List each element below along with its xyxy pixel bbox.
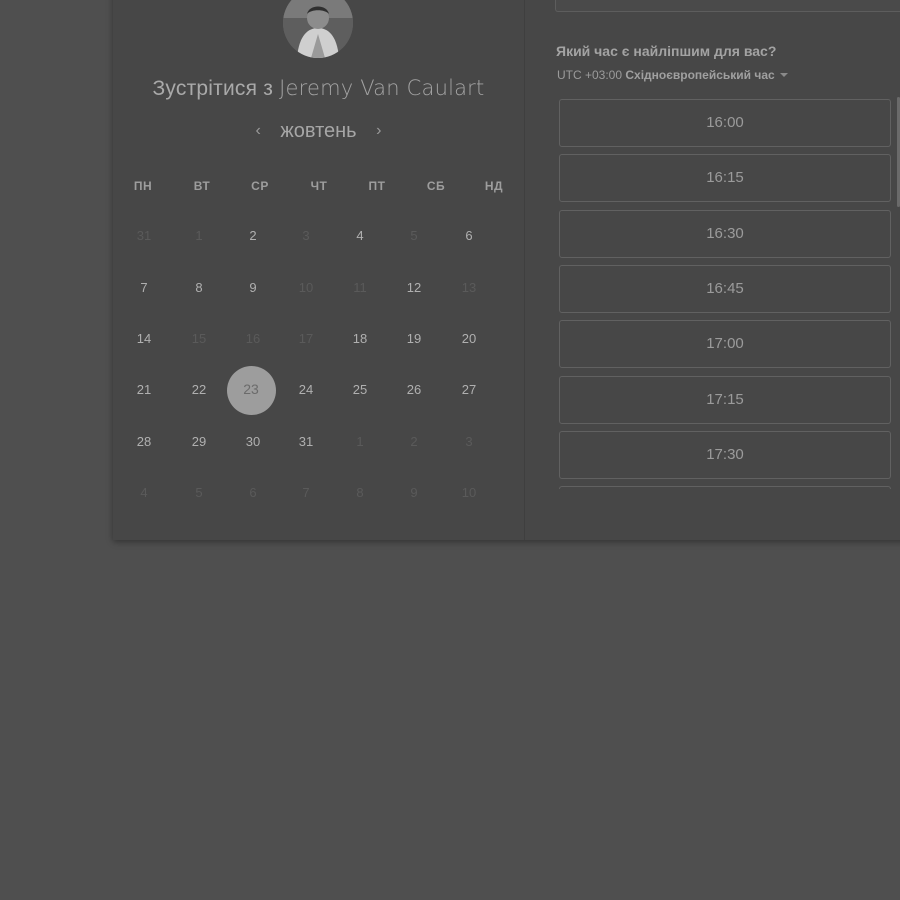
time-slot-button[interactable]: 16:00 xyxy=(559,99,891,147)
calendar-day: 7 xyxy=(302,485,310,500)
time-slot-button[interactable]: 17:15 xyxy=(559,375,891,424)
calendar-day: 5 xyxy=(195,485,203,500)
time-slot-button[interactable]: 16:15 xyxy=(559,154,891,203)
calendar-day[interactable]: 22 xyxy=(179,370,219,410)
calendar-day[interactable]: 9 xyxy=(233,268,273,308)
time-slot-button[interactable]: 17:00 xyxy=(559,320,891,369)
timezone-name: Східноєвропейський час xyxy=(625,68,775,82)
weekday-label: ВТ xyxy=(193,179,211,193)
calendar-day: 31 xyxy=(136,228,152,243)
weekday-label: ПН xyxy=(133,179,153,193)
host-name: Jeremy Van Caulart xyxy=(279,76,485,100)
calendar-day[interactable]: 12 xyxy=(394,268,434,308)
month-label: жовтень xyxy=(280,120,357,142)
calendar-day[interactable]: 28 xyxy=(124,422,164,462)
calendar-day: 17 xyxy=(298,331,314,346)
timezone-offset: UTC +03:00 xyxy=(557,68,626,82)
calendar-day[interactable]: 25 xyxy=(340,370,380,410)
time-slot-button[interactable]: 16:30 xyxy=(559,209,891,258)
chevron-right-icon[interactable]: › xyxy=(362,122,395,140)
caret-down-icon xyxy=(779,73,788,77)
calendar-day: 8 xyxy=(356,485,364,500)
calendar-day: 10 xyxy=(298,280,314,295)
calendar-day: 4 xyxy=(140,485,148,500)
booking-title: Зустрітися з Jeremy Van Caulart xyxy=(113,76,524,101)
time-question: Який час є найліпшим для вас? xyxy=(556,43,777,59)
calendar-day[interactable]: 20 xyxy=(449,319,489,359)
weekday-label: ЧТ xyxy=(310,179,328,193)
calendar-day: 6 xyxy=(249,485,257,500)
calendar-day: 3 xyxy=(465,434,473,449)
calendar-day[interactable]: 30 xyxy=(233,422,273,462)
calendar-day: 10 xyxy=(461,485,477,500)
time-slot-button[interactable]: 16:45 xyxy=(559,264,891,313)
timezone-selector[interactable]: UTC +03:00 Східноєвропейський час xyxy=(557,68,788,82)
calendar-day: 2 xyxy=(410,434,418,449)
calendar-day: 9 xyxy=(410,485,418,500)
calendar-day[interactable]: 27 xyxy=(449,370,489,410)
calendar-day: 3 xyxy=(302,228,310,243)
calendar-day[interactable]: 24 xyxy=(286,370,326,410)
time-slot-button[interactable] xyxy=(559,486,891,489)
weekday-label: НД xyxy=(484,179,504,193)
month-navigation: ‹ жовтень › xyxy=(113,120,524,143)
calendar-day: 16 xyxy=(245,331,261,346)
calendar-day[interactable]: 6 xyxy=(449,216,489,256)
weekday-label: СБ xyxy=(426,179,446,193)
panel-divider xyxy=(524,0,525,540)
calendar-day: 13 xyxy=(461,280,477,295)
calendar-day[interactable]: 31 xyxy=(286,422,326,462)
calendar-day[interactable]: 18 xyxy=(340,319,380,359)
top-dropdown-edge xyxy=(555,0,900,12)
calendar-day: 1 xyxy=(195,228,203,243)
calendar-day[interactable]: 2 xyxy=(233,216,273,256)
weekday-label: СР xyxy=(251,179,269,193)
calendar-day: 15 xyxy=(191,331,207,346)
time-slot-button[interactable]: 17:30 xyxy=(559,430,891,479)
calendar-day[interactable]: 26 xyxy=(394,370,434,410)
calendar-day[interactable]: 21 xyxy=(124,370,164,410)
calendar-day-selected[interactable]: 23 xyxy=(226,365,276,415)
calendar-day[interactable]: 29 xyxy=(179,422,219,462)
calendar-day[interactable]: 8 xyxy=(179,268,219,308)
calendar-day: 5 xyxy=(410,228,418,243)
weekday-label: ПТ xyxy=(368,179,386,193)
time-slot-list: 16:00 16:15 16:30 16:45 17:00 17:15 17:30 xyxy=(559,99,891,489)
calendar-day[interactable]: 7 xyxy=(124,268,164,308)
calendar-day: 11 xyxy=(353,280,367,295)
title-prefix: Зустрітися з xyxy=(152,77,280,100)
calendar-day[interactable]: 14 xyxy=(124,319,164,359)
calendar-day: 1 xyxy=(356,434,364,449)
calendar-day[interactable]: 4 xyxy=(340,216,380,256)
calendar-day[interactable]: 19 xyxy=(394,319,434,359)
chevron-left-icon[interactable]: ‹ xyxy=(242,122,275,140)
